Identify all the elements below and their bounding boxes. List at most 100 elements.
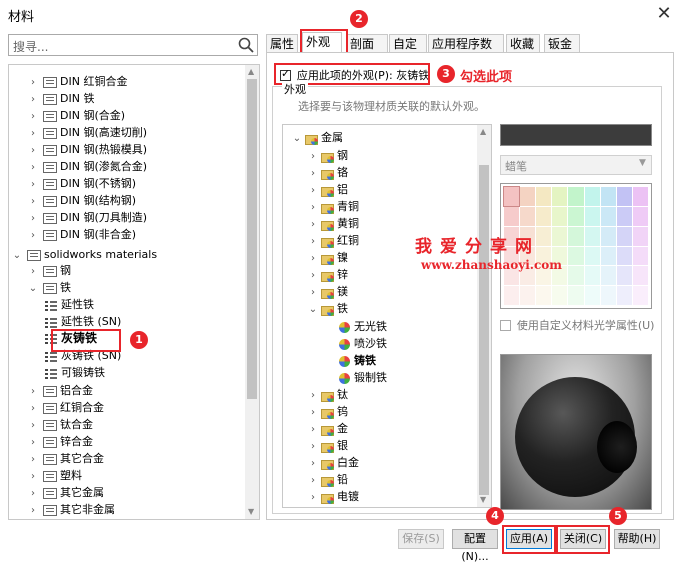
scroll-thumb[interactable] <box>479 165 489 495</box>
chevron-right-icon[interactable]: › <box>27 108 39 125</box>
tree-item[interactable]: › DIN 钢(合金) <box>27 107 125 124</box>
tree-item[interactable]: › 其它合金 <box>27 450 104 467</box>
appearance-tree-item[interactable]: › 钛 <box>307 386 348 403</box>
chevron-right-icon[interactable]: › <box>307 284 319 301</box>
palette-swatch[interactable] <box>632 206 648 226</box>
tree-item[interactable]: › 其它金属 <box>27 484 104 501</box>
chevron-right-icon[interactable]: › <box>307 267 319 284</box>
tree-item[interactable]: › DIN 钢(高速切削) <box>27 124 147 141</box>
appearance-tree-item[interactable]: › 银 <box>307 437 348 454</box>
chevron-right-icon[interactable]: › <box>307 199 319 216</box>
chevron-right-icon[interactable]: › <box>27 485 39 502</box>
chevron-right-icon[interactable]: › <box>307 455 319 472</box>
tree-item[interactable]: 可锻铸铁 <box>41 364 105 381</box>
palette-swatch[interactable] <box>568 206 584 226</box>
palette-swatch[interactable] <box>632 246 648 266</box>
tree-item[interactable]: › DIN 钢(非合金) <box>27 226 136 243</box>
brush-select[interactable]: 蜡笔 ▼ <box>500 155 652 175</box>
tree-item[interactable]: › 塑料 <box>27 467 82 484</box>
chevron-right-icon[interactable]: › <box>27 142 39 159</box>
scroll-down-icon[interactable]: ▼ <box>248 507 254 516</box>
config-button[interactable]: 配置(N)... <box>452 529 498 563</box>
chevron-right-icon[interactable]: › <box>27 451 39 468</box>
chevron-right-icon[interactable]: › <box>307 472 319 489</box>
chevron-right-icon[interactable]: › <box>27 263 39 280</box>
chevron-right-icon[interactable]: › <box>27 125 39 142</box>
appearance-tree-scrollbar[interactable]: ▲ ▼ <box>477 125 491 507</box>
palette-swatch[interactable] <box>520 187 536 206</box>
palette-swatch[interactable] <box>616 246 632 266</box>
palette-swatch[interactable] <box>616 226 632 246</box>
chevron-right-icon[interactable]: › <box>27 210 39 227</box>
chevron-right-icon[interactable]: › <box>27 502 39 519</box>
tree-item[interactable]: › DIN 钢(渗氮合金) <box>27 158 147 175</box>
appearance-tree-item[interactable]: › 金 <box>307 420 348 437</box>
tree-item[interactable]: › DIN 钢(结构钢) <box>27 192 136 209</box>
tree-scrollbar[interactable]: ▲ ▼ <box>245 65 259 519</box>
palette-swatch[interactable] <box>632 266 648 286</box>
chevron-right-icon[interactable]: › <box>307 489 319 506</box>
palette-swatch[interactable] <box>520 286 536 305</box>
palette-swatch[interactable] <box>568 286 584 305</box>
tree-item[interactable]: › DIN 铁 <box>27 90 94 107</box>
appearance-tree-item[interactable]: 锻制铁 <box>337 369 387 386</box>
palette-swatch[interactable] <box>520 206 536 226</box>
tree-item[interactable]: › 钛合金 <box>27 416 93 433</box>
tab-sheetmetal[interactable]: 钣金 <box>544 34 580 52</box>
appearance-tree-item[interactable]: › 锌 <box>307 266 348 283</box>
scroll-down-icon[interactable]: ▼ <box>480 495 486 504</box>
tree-item[interactable]: › 锌合金 <box>27 433 93 450</box>
palette-swatch[interactable] <box>600 206 616 226</box>
appearance-tree-item[interactable]: › 黄铜 <box>307 215 359 232</box>
palette-swatch[interactable] <box>632 187 648 206</box>
chevron-down-icon[interactable]: ⌄ <box>11 247 23 264</box>
tree-item[interactable]: › 钢 <box>27 262 71 279</box>
chevron-right-icon[interactable]: › <box>27 74 39 91</box>
tree-item[interactable]: ⌄ 铁 <box>27 279 71 296</box>
chevron-right-icon[interactable]: › <box>307 165 319 182</box>
appearance-tree-item[interactable]: 铸铁 <box>337 352 376 369</box>
palette-swatch[interactable] <box>504 286 520 305</box>
checkbox-unchecked-icon[interactable] <box>500 320 511 331</box>
appearance-tree-item[interactable]: › 镁 <box>307 283 348 300</box>
appearance-tree-item[interactable]: › 铅 <box>307 471 348 488</box>
palette-swatch[interactable] <box>616 286 632 305</box>
palette-swatch[interactable] <box>504 206 520 226</box>
tree-item[interactable]: 延性铁 (SN) <box>41 313 121 330</box>
appearance-tree-item[interactable]: › 青铜 <box>307 198 359 215</box>
palette-swatch[interactable] <box>632 226 648 246</box>
tree-item[interactable]: › DIN 红铜合金 <box>27 73 127 90</box>
palette-swatch[interactable] <box>584 286 600 305</box>
palette-swatch[interactable] <box>536 187 552 206</box>
tree-item[interactable]: › DIN 钢(不锈钢) <box>27 175 136 192</box>
chevron-down-icon[interactable]: ⌄ <box>27 280 39 297</box>
chevron-right-icon[interactable]: › <box>27 434 39 451</box>
palette-swatch[interactable] <box>584 266 600 286</box>
tab-custom[interactable]: 自定义 <box>389 34 427 69</box>
tab-crosshatch[interactable]: 剖面线 <box>346 34 388 69</box>
color-swatch[interactable] <box>500 124 652 146</box>
chevron-right-icon[interactable]: › <box>27 383 39 400</box>
tree-item[interactable]: › 红铜合金 <box>27 399 104 416</box>
appearance-tree-item[interactable]: › 白金 <box>307 454 359 471</box>
tree-item[interactable]: › 铝合金 <box>27 382 93 399</box>
search-icon[interactable] <box>238 37 254 53</box>
appearance-tree-item[interactable]: › 铝 <box>307 181 348 198</box>
appearance-tree-item[interactable]: › 钢 <box>307 147 348 164</box>
palette-swatch[interactable] <box>552 206 568 226</box>
scroll-up-icon[interactable]: ▲ <box>480 127 486 136</box>
material-tree[interactable]: › DIN 红铜合金 › DIN 铁 › DIN 钢(合金) › DIN 钢(高速切削) › DI… <box>8 64 260 520</box>
palette-swatch[interactable] <box>568 266 584 286</box>
save-button[interactable]: 保存(S) <box>398 529 444 549</box>
palette-swatch[interactable] <box>568 226 584 246</box>
appearance-tree-item[interactable]: › 钨 <box>307 403 348 420</box>
appearance-tree-item[interactable]: › 电镀 <box>307 488 359 505</box>
appearance-tree[interactable]: ⌄ 金属 › 钢 › 铬 › 铝 › 青铜 › 黄铜 › 红铜 › 镍 › 锌 › 镁 ⌄ 铁无光铁 喷沙铁 铸铁 锻制铁 › 钛 ›… <box>282 124 492 508</box>
chevron-right-icon[interactable]: › <box>27 417 39 434</box>
tree-item[interactable]: ⌄ solidworks materials <box>11 246 157 263</box>
palette-swatch[interactable] <box>600 266 616 286</box>
tab-favorites[interactable]: 收藏 <box>506 34 540 52</box>
appearance-tree-item[interactable]: › 镍 <box>307 249 348 266</box>
chevron-right-icon[interactable]: › <box>307 148 319 165</box>
palette-swatch[interactable] <box>568 246 584 266</box>
